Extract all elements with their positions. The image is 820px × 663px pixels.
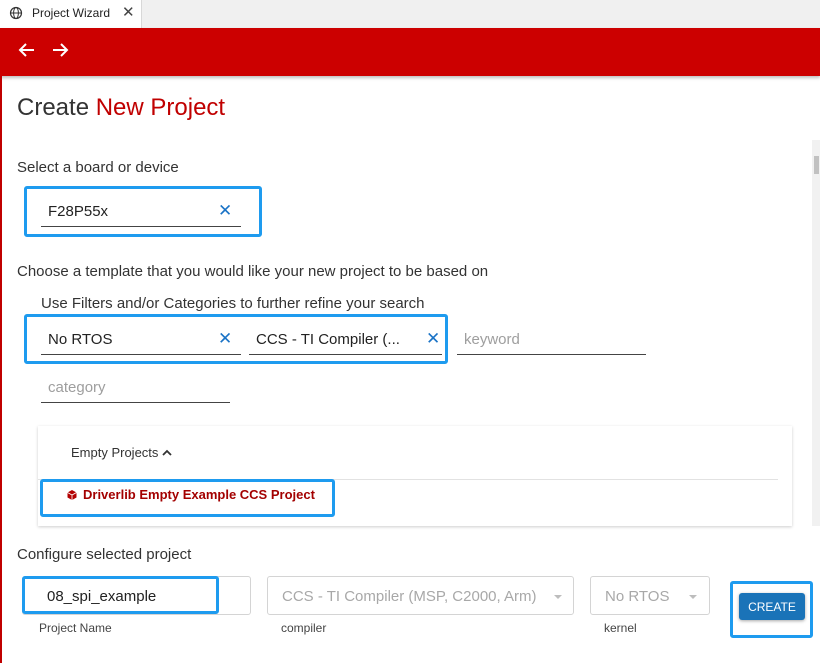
category-underline: [41, 402, 230, 403]
clear-rtos-icon[interactable]: ✕: [218, 329, 232, 349]
kernel-select[interactable]: No RTOS: [590, 576, 710, 615]
compiler-underline: [249, 354, 442, 355]
compiler-caption: compiler: [281, 621, 327, 635]
page-title-accent: New Project: [95, 94, 226, 121]
board-label: Select a board or device: [17, 159, 179, 176]
page-title-prefix: Create: [17, 94, 90, 121]
group-empty-projects[interactable]: Empty Projects: [71, 445, 173, 460]
kernel-dropdown-caret-icon: [689, 595, 697, 599]
clear-board-icon[interactable]: ✕: [218, 201, 232, 221]
clear-compiler-icon[interactable]: ✕: [426, 329, 440, 349]
project-name-highlight: [22, 576, 219, 614]
compiler-select[interactable]: CCS - TI Compiler (MSP, C2000, Arm): [267, 576, 574, 615]
filter-hint: Use Filters and/or Categories to further…: [41, 295, 425, 312]
scrollbar[interactable]: [812, 140, 820, 526]
create-button[interactable]: CREATE: [739, 593, 805, 620]
template-label: Choose a template that you would like yo…: [17, 263, 489, 280]
scrollbar-thumb[interactable]: [814, 156, 819, 174]
compiler-dropdown-caret-icon: [554, 595, 562, 599]
forward-arrow-icon[interactable]: [48, 38, 72, 62]
compiler-select-value: CCS - TI Compiler (MSP, C2000, Arm): [282, 588, 537, 605]
board-device-value: F28P55x: [48, 203, 109, 220]
chevron-up-icon: [162, 449, 173, 456]
keyword-underline: [457, 354, 646, 355]
category-input[interactable]: category: [41, 373, 230, 403]
close-tab-icon[interactable]: ✕: [122, 3, 135, 21]
kernel-select-value: No RTOS: [605, 588, 670, 605]
compiler-filter-input[interactable]: CCS - TI Compiler (... ✕: [249, 325, 442, 355]
compiler-filter-value: CCS - TI Compiler (...: [256, 331, 400, 348]
configure-label: Configure selected project: [17, 546, 192, 563]
board-device-input[interactable]: F28P55x ✕: [41, 197, 241, 227]
rtos-filter-value: No RTOS: [48, 331, 113, 348]
tab-strip: Project Wizard ✕: [0, 0, 820, 28]
tab-title: Project Wizard: [32, 6, 111, 20]
rtos-filter-input[interactable]: No RTOS ✕: [41, 325, 241, 355]
page-title: Create New Project: [17, 94, 225, 122]
keyword-placeholder: keyword: [464, 331, 520, 348]
category-placeholder: category: [48, 379, 106, 396]
rtos-underline: [41, 354, 241, 355]
globe-icon: [9, 6, 23, 20]
kernel-caption: kernel: [604, 621, 637, 635]
template-item-driverlib-empty[interactable]: Driverlib Empty Example CCS Project: [66, 487, 315, 502]
group-empty-projects-label: Empty Projects: [71, 445, 159, 460]
board-underline: [41, 226, 241, 227]
back-arrow-icon[interactable]: [15, 38, 39, 62]
left-accent-border: [0, 76, 2, 663]
project-name-caption: Project Name: [39, 621, 112, 635]
package-icon: [67, 489, 77, 500]
keyword-input[interactable]: keyword: [457, 325, 646, 355]
template-item-label: Driverlib Empty Example CCS Project: [83, 487, 315, 502]
toolbar: [0, 28, 820, 76]
tab-project-wizard[interactable]: Project Wizard ✕: [0, 0, 142, 28]
